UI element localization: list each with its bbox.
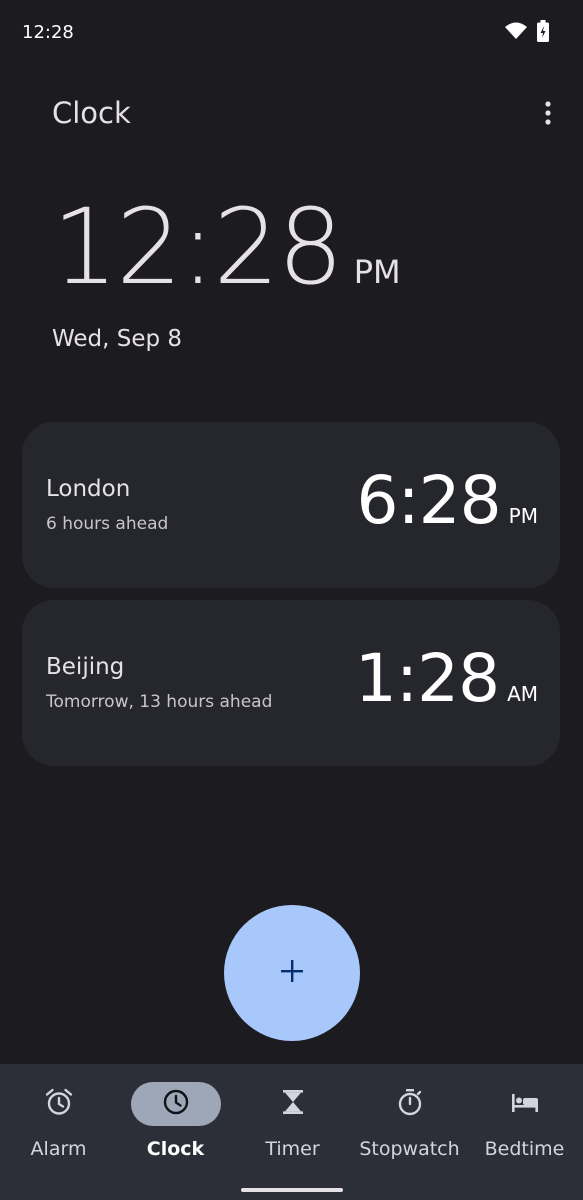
world-clock-card-beijing[interactable]: Beijing Tomorrow, 13 hours ahead 1:28 AM	[22, 600, 560, 766]
city-time-offset: Tomorrow, 13 hours ahead	[46, 692, 273, 712]
city-time: 1:28	[354, 640, 500, 717]
more-vert-icon	[545, 101, 551, 129]
city-time-offset: 6 hours ahead	[46, 514, 169, 534]
nav-label: Stopwatch	[359, 1138, 460, 1160]
city-time-display: 1:28 AM	[355, 646, 538, 712]
world-clock-card-london[interactable]: London 6 hours ahead 6:28 PM	[22, 422, 560, 588]
nav-item-alarm[interactable]: Alarm	[0, 1064, 117, 1200]
hourglass-icon	[278, 1087, 308, 1121]
nav-label: Bedtime	[484, 1138, 565, 1160]
clock-app-screen: 12:28 Clock 12:28 PM Wed, Sep 8 London 6…	[0, 0, 583, 1200]
add-icon	[280, 959, 304, 987]
nav-item-timer[interactable]: Timer	[234, 1064, 351, 1200]
nav-item-stopwatch[interactable]: Stopwatch	[351, 1064, 468, 1200]
stopwatch-icon	[395, 1087, 425, 1121]
status-bar-time: 12:28	[22, 22, 74, 43]
app-title: Clock	[52, 96, 131, 130]
nav-icon-container	[480, 1082, 570, 1126]
city-time-display: 6:28 PM	[356, 468, 538, 534]
local-time-ampm: PM	[353, 253, 401, 291]
nav-icon-container	[248, 1082, 338, 1126]
city-time-ampm: PM	[508, 504, 538, 528]
city-time: 6:28	[356, 462, 501, 539]
city-time-ampm: AM	[507, 682, 538, 706]
city-name: London	[46, 476, 131, 502]
wifi-icon	[505, 22, 527, 44]
bottom-navigation: Alarm Clock Timer Stopwatch Bedtime	[0, 1064, 583, 1200]
local-time-display: 12:28 PM	[52, 195, 401, 299]
local-date: Wed, Sep 8	[52, 326, 183, 352]
nav-label: Timer	[265, 1138, 320, 1160]
status-bar-icons	[505, 20, 549, 46]
alarm-icon	[44, 1087, 74, 1121]
clock-icon	[161, 1087, 191, 1121]
local-time: 12:28	[52, 186, 344, 308]
nav-label: Clock	[146, 1138, 205, 1160]
more-options-button[interactable]	[531, 95, 565, 135]
add-city-button[interactable]	[224, 905, 360, 1041]
nav-item-bedtime[interactable]: Bedtime	[466, 1064, 583, 1200]
city-name: Beijing	[46, 654, 125, 680]
nav-active-indicator	[130, 1082, 221, 1126]
nav-icon-container	[365, 1082, 455, 1126]
nav-item-clock[interactable]: Clock	[117, 1064, 234, 1200]
nav-label: Alarm	[30, 1138, 87, 1160]
gesture-home-indicator[interactable]	[241, 1188, 343, 1192]
nav-icon-container	[14, 1082, 104, 1126]
bed-icon	[509, 1087, 541, 1121]
battery-icon	[537, 20, 549, 46]
